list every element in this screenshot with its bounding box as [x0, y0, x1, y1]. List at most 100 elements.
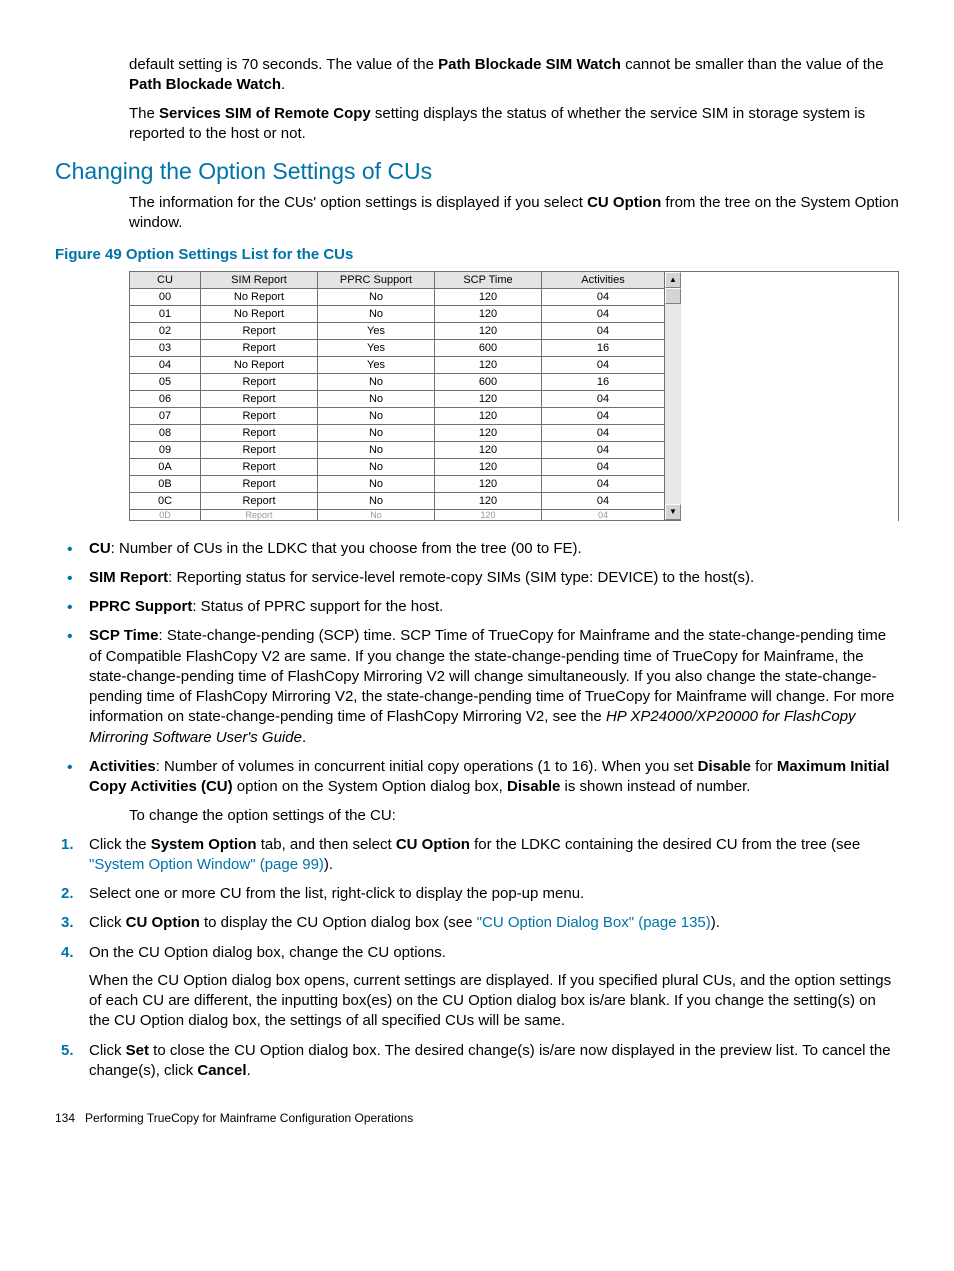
table-cell: 04 — [542, 475, 665, 492]
table-cell: No — [318, 492, 435, 509]
footer-page-number: 134 — [55, 1111, 75, 1125]
table-cell: 600 — [435, 339, 542, 356]
cu-options-table: CUSIM ReportPPRC SupportSCP TimeActiviti… — [129, 272, 664, 521]
table-cell: No — [318, 424, 435, 441]
table-cell: No — [318, 475, 435, 492]
table-header-cell[interactable]: CU — [130, 272, 201, 289]
table-cell: No — [318, 288, 435, 305]
scroll-track[interactable] — [665, 304, 681, 504]
scroll-up-button[interactable]: ▲ — [665, 272, 681, 288]
table-cell: 120 — [435, 509, 542, 520]
scroll-thumb[interactable] — [665, 288, 681, 304]
page: default setting is 70 seconds. The value… — [0, 0, 954, 1145]
table-cell: Report — [201, 339, 318, 356]
table-cell: 04 — [542, 492, 665, 509]
table-cell: 120 — [435, 322, 542, 339]
table-row[interactable]: 09ReportNo12004 — [130, 441, 665, 458]
table-cell: Report — [201, 322, 318, 339]
table-row[interactable]: 02ReportYes12004 — [130, 322, 665, 339]
table-cell: 16 — [542, 339, 665, 356]
table-cell: No Report — [201, 288, 318, 305]
list-item: SCP Time: State-change-pending (SCP) tim… — [55, 626, 899, 748]
table-row[interactable]: 0DReportNo12004 — [130, 509, 665, 520]
table-cell: Report — [201, 475, 318, 492]
table-cell: 120 — [435, 305, 542, 322]
table-row[interactable]: 05ReportNo60016 — [130, 373, 665, 390]
table-cell: Report — [201, 492, 318, 509]
table-header-row: CUSIM ReportPPRC SupportSCP TimeActiviti… — [130, 272, 665, 289]
table-cell: 0A — [130, 458, 201, 475]
table-cell: 120 — [435, 407, 542, 424]
table-header-cell[interactable]: Activities — [542, 272, 665, 289]
table-row[interactable]: 04No ReportYes12004 — [130, 356, 665, 373]
cross-reference-link[interactable]: "CU Option Dialog Box" (page 135) — [477, 914, 711, 931]
table-cell: 02 — [130, 322, 201, 339]
figure-caption: Figure 49 Option Settings List for the C… — [55, 246, 899, 263]
table-row[interactable]: 0AReportNo12004 — [130, 458, 665, 475]
table-header-cell[interactable]: SIM Report — [201, 272, 318, 289]
list-item: PPRC Support: Status of PPRC support for… — [55, 597, 899, 617]
list-item: Select one or more CU from the list, rig… — [55, 884, 899, 904]
table-cell: No — [318, 509, 435, 520]
list-item: CU: Number of CUs in the LDKC that you c… — [55, 539, 899, 559]
table-cell: 04 — [542, 509, 665, 520]
table-cell: 04 — [542, 390, 665, 407]
section-heading: Changing the Option Settings of CUs — [55, 158, 899, 185]
table-cell: 0D — [130, 509, 201, 520]
table-cell: No — [318, 390, 435, 407]
scroll-down-button[interactable]: ▼ — [665, 504, 681, 520]
table-cell: No — [318, 458, 435, 475]
table-cell: 04 — [542, 441, 665, 458]
table-row[interactable]: 0CReportNo12004 — [130, 492, 665, 509]
table-cell: 09 — [130, 441, 201, 458]
table-cell: 120 — [435, 475, 542, 492]
table-cell: 07 — [130, 407, 201, 424]
steps-list: Click the System Option tab, and then se… — [55, 835, 899, 1082]
table-cell: 120 — [435, 390, 542, 407]
table-cell: No Report — [201, 356, 318, 373]
scrollbar[interactable]: ▲ ▼ — [664, 272, 681, 521]
table-cell: 600 — [435, 373, 542, 390]
footer-chapter: Performing TrueCopy for Mainframe Config… — [85, 1111, 413, 1125]
table-cell: Report — [201, 390, 318, 407]
table-cell: 120 — [435, 356, 542, 373]
table-cell: 04 — [542, 305, 665, 322]
table-cell: 04 — [542, 407, 665, 424]
page-footer: 134 Performing TrueCopy for Mainframe Co… — [55, 1111, 899, 1125]
table-row[interactable]: 00No ReportNo12004 — [130, 288, 665, 305]
table-cell: 05 — [130, 373, 201, 390]
table-cell: Yes — [318, 356, 435, 373]
table-cell: Yes — [318, 322, 435, 339]
table-cell: Report — [201, 373, 318, 390]
table-cell: No — [318, 373, 435, 390]
table-cell: 04 — [542, 288, 665, 305]
table-cell: No — [318, 441, 435, 458]
table-body: 00No ReportNo1200401No ReportNo1200402Re… — [130, 288, 665, 520]
table-cell: 04 — [542, 356, 665, 373]
table-header-cell[interactable]: PPRC Support — [318, 272, 435, 289]
intro-para-1: default setting is 70 seconds. The value… — [129, 55, 899, 96]
table-row[interactable]: 03ReportYes60016 — [130, 339, 665, 356]
table-row[interactable]: 0BReportNo12004 — [130, 475, 665, 492]
table-cell: 03 — [130, 339, 201, 356]
table-cell: 04 — [130, 356, 201, 373]
cross-reference-link[interactable]: "System Option Window" (page 99) — [89, 856, 324, 873]
list-item: Activities: Number of volumes in concurr… — [55, 757, 899, 798]
table-cell: 08 — [130, 424, 201, 441]
table-cell: Report — [201, 509, 318, 520]
table-cell: Report — [201, 458, 318, 475]
table-cell: Report — [201, 441, 318, 458]
table-cell: 120 — [435, 288, 542, 305]
table-cell: No — [318, 407, 435, 424]
list-item: On the CU Option dialog box, change the … — [55, 943, 899, 1032]
table-row[interactable]: 07ReportNo12004 — [130, 407, 665, 424]
table-cell: No — [318, 305, 435, 322]
cu-table-container: CUSIM ReportPPRC SupportSCP TimeActiviti… — [129, 271, 899, 521]
table-row[interactable]: 01No ReportNo12004 — [130, 305, 665, 322]
table-cell: Yes — [318, 339, 435, 356]
table-header-cell[interactable]: SCP Time — [435, 272, 542, 289]
table-cell: Report — [201, 424, 318, 441]
table-cell: 01 — [130, 305, 201, 322]
table-row[interactable]: 06ReportNo12004 — [130, 390, 665, 407]
table-row[interactable]: 08ReportNo12004 — [130, 424, 665, 441]
